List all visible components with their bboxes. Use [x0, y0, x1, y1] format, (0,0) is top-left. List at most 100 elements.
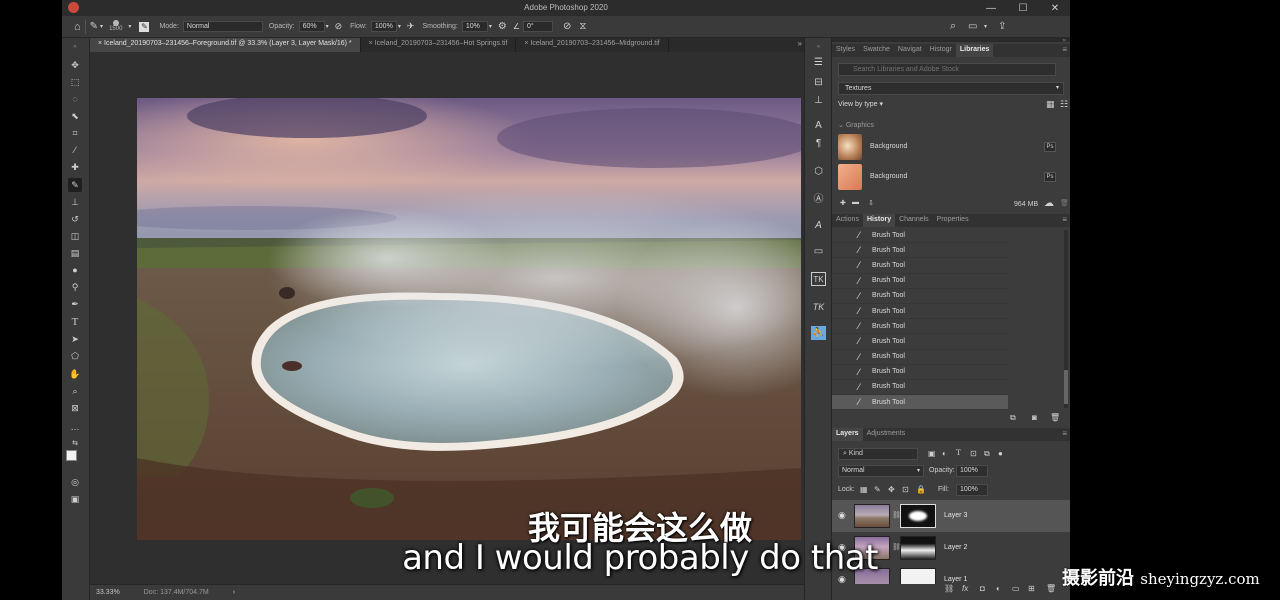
- history-item[interactable]: ⁄ Brush Tool: [832, 334, 1008, 350]
- panel-menu-icon[interactable]: ≡: [1062, 45, 1067, 54]
- library-item[interactable]: Background Ps: [838, 164, 1056, 190]
- home-icon[interactable]: ⌂: [74, 21, 81, 33]
- filter-shape-icon[interactable]: ⊡: [970, 449, 977, 458]
- gear-icon[interactable]: ⚙: [498, 21, 507, 32]
- library-select[interactable]: Textures ▾: [838, 82, 1064, 95]
- blend-mode-select[interactable]: Normal ▾: [838, 465, 924, 477]
- panel-menu-icon[interactable]: ≡: [1062, 429, 1067, 438]
- document-image[interactable]: [137, 98, 801, 540]
- tab-libraries[interactable]: Libraries: [955, 44, 994, 57]
- tab-history[interactable]: History: [862, 214, 896, 227]
- healing-brush-tool-icon[interactable]: ✚: [68, 160, 82, 174]
- pen-tool-icon[interactable]: ✒: [68, 297, 82, 311]
- share-icon[interactable]: ⇪: [998, 21, 1006, 32]
- zoom-tool-icon[interactable]: ⌕: [68, 384, 82, 398]
- tab-navigator[interactable]: Navigat: [894, 44, 926, 57]
- swap-colors-icon[interactable]: ⇆: [68, 436, 82, 450]
- library-item[interactable]: Background Ps: [838, 134, 1056, 160]
- tabs-overflow-icon[interactable]: »: [798, 39, 802, 48]
- collapse-arrows-icon[interactable]: »: [68, 40, 82, 54]
- new-group-icon[interactable]: ▭: [1012, 584, 1020, 593]
- zoom-level[interactable]: 33.33%: [96, 589, 120, 596]
- 3d-icon[interactable]: ⬡: [811, 164, 826, 178]
- delete-layer-icon[interactable]: 🗑: [1046, 584, 1056, 593]
- collapse-arrows-icon[interactable]: «: [811, 40, 826, 54]
- history-brush-tool-icon[interactable]: ↺: [68, 212, 82, 226]
- tab-close-icon[interactable]: ×: [369, 40, 373, 47]
- tab-channels[interactable]: Channels: [895, 214, 933, 227]
- frame-tool-icon[interactable]: ⊠: [68, 401, 82, 415]
- shape-tool-icon[interactable]: ⬠: [68, 349, 82, 363]
- opacity-input[interactable]: 60%: [298, 21, 325, 32]
- grid-view-icon[interactable]: ▦: [1046, 99, 1055, 110]
- blur-tool-icon[interactable]: ●: [68, 263, 82, 277]
- brush-preset-picker[interactable]: 1500: [109, 20, 122, 33]
- search-icon[interactable]: ⌕: [950, 20, 956, 33]
- tab-foreground[interactable]: × Iceland_20190703–231456–Foreground.tif…: [90, 38, 361, 52]
- flow-input[interactable]: 100%: [370, 21, 397, 32]
- gradient-tool-icon[interactable]: ▤: [68, 246, 82, 260]
- adjustment-layer-icon[interactable]: ◐: [996, 584, 1001, 593]
- panel-menu-icon[interactable]: ≡: [1062, 215, 1067, 224]
- glyphs-icon[interactable]: Ⓐ: [811, 190, 826, 205]
- fill-input[interactable]: 100%: [956, 484, 988, 496]
- history-item[interactable]: ⁄ Brush Tool: [832, 304, 1008, 320]
- history-item[interactable]: ⁄ Brush Tool: [832, 365, 1008, 380]
- stamp-icon[interactable]: ⊥: [811, 93, 826, 107]
- tab-histogram[interactable]: Histogr: [926, 44, 956, 57]
- foreground-color-swatch[interactable]: [66, 450, 77, 461]
- lock-transparent-icon[interactable]: ▦: [860, 485, 868, 494]
- chevron-down-icon[interactable]: ▾: [326, 23, 329, 30]
- filter-adjustment-icon[interactable]: ◐: [942, 449, 947, 458]
- paragraph-icon[interactable]: ¶: [811, 136, 826, 150]
- view-by-type-dropdown[interactable]: View by type ▾: [838, 100, 883, 108]
- dodge-tool-icon[interactable]: ⚲: [68, 280, 82, 294]
- chevron-down-icon[interactable]: ▾: [984, 23, 987, 30]
- lock-position-icon[interactable]: ✥: [888, 485, 895, 494]
- move-tool-icon[interactable]: ✥: [68, 58, 82, 72]
- add-content-icon[interactable]: ✚: [840, 199, 846, 207]
- graphics-section-header[interactable]: ⌄ Graphics: [838, 121, 874, 129]
- add-mask-icon[interactable]: ◘: [980, 584, 985, 593]
- camera-icon[interactable]: ◙: [1032, 413, 1037, 422]
- quick-selection-tool-icon[interactable]: ⬉: [68, 109, 82, 123]
- cloud-icon[interactable]: ☁: [1044, 198, 1054, 209]
- history-item[interactable]: ⁄ Brush Tool: [832, 289, 1008, 304]
- symmetry-icon[interactable]: ⧖: [579, 21, 586, 32]
- maximize-button[interactable]: ☐: [1008, 0, 1038, 16]
- trash-icon[interactable]: 🗑: [1050, 413, 1060, 422]
- tab-midground[interactable]: × Iceland_20190703–231456–Midground.tif: [516, 38, 669, 52]
- mode-select[interactable]: Normal: [182, 21, 263, 32]
- filter-toggle-icon[interactable]: ●: [998, 449, 1003, 458]
- brush-settings-icon[interactable]: ✎: [139, 21, 150, 32]
- history-item[interactable]: ⁄ Brush Tool: [832, 243, 1008, 259]
- quick-mask-icon[interactable]: ◎: [68, 475, 82, 489]
- smoothing-input[interactable]: 10%: [461, 21, 488, 32]
- chevron-down-icon[interactable]: ▾: [100, 23, 103, 30]
- history-item[interactable]: ⁄ Brush Tool: [832, 380, 1008, 396]
- tab-layers[interactable]: Layers: [832, 428, 863, 441]
- minimize-button[interactable]: —: [976, 0, 1006, 16]
- tab-hot-springs[interactable]: × Iceland_20190703–231456–Hot Springs.ti…: [361, 38, 517, 52]
- filter-smart-object-icon[interactable]: ⧉: [984, 449, 990, 459]
- chevron-down-icon[interactable]: ▾: [489, 23, 492, 30]
- upload-icon[interactable]: ⇩: [868, 199, 874, 207]
- folder-icon[interactable]: ▭: [811, 244, 826, 258]
- tab-properties[interactable]: Properties: [933, 214, 973, 227]
- eraser-tool-icon[interactable]: ◫: [68, 229, 82, 243]
- history-item[interactable]: ⁄ Brush Tool: [832, 228, 1008, 244]
- library-search-input[interactable]: Search Libraries and Adobe Stock: [838, 63, 1056, 76]
- character-icon[interactable]: A: [811, 118, 826, 132]
- hand-tool-icon[interactable]: ✋: [68, 367, 82, 381]
- chevron-down-icon[interactable]: ▾: [398, 23, 401, 30]
- tk-panel-icon[interactable]: TK: [811, 272, 826, 286]
- history-item[interactable]: ⁄ Brush Tool: [832, 319, 1008, 335]
- clone-stamp-tool-icon[interactable]: ⊥: [68, 195, 82, 209]
- history-scrollbar[interactable]: [1064, 230, 1068, 408]
- lock-all-icon[interactable]: 🔒: [916, 485, 926, 494]
- adjustments-icon[interactable]: ⊟: [811, 75, 826, 89]
- plugin-icon[interactable]: ⛹: [811, 326, 826, 340]
- workspace-icon[interactable]: ▭: [968, 21, 977, 32]
- type-tool-icon[interactable]: T: [68, 315, 82, 329]
- list-view-icon[interactable]: ☷: [1060, 99, 1068, 110]
